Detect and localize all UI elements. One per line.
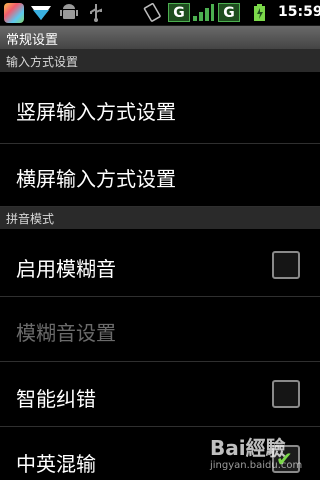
title-bar: 常规设置	[0, 26, 320, 50]
setting-label: 竖屏输入方式设置	[16, 100, 176, 124]
setting-landscape-input[interactable]: 横屏输入方式设置	[0, 144, 320, 207]
section-header-label: 输入方式设置	[6, 55, 79, 69]
network-g-badge: G	[218, 3, 240, 22]
clock: 15:59	[278, 4, 320, 20]
setting-fuzzy-sound[interactable]: 启用模糊音	[0, 229, 320, 297]
rotate-icon	[143, 3, 161, 22]
network-g-badge: G	[168, 3, 190, 22]
page-title: 常规设置	[6, 33, 59, 48]
android-icon	[60, 4, 78, 19]
section-header-pinyin-mode: 拼音模式	[0, 207, 320, 229]
setting-label: 启用模糊音	[16, 257, 116, 281]
watermark-logo: Bai經驗	[210, 436, 286, 460]
watermark-url: jingyan.baidu.com	[210, 460, 303, 471]
setting-fuzzy-sound-config: 模糊音设置	[0, 297, 320, 362]
setting-label: 中英混输	[16, 452, 96, 476]
section-header-label: 拼音模式	[6, 212, 55, 226]
section-header-input-method: 输入方式设置	[0, 50, 320, 72]
setting-label: 智能纠错	[16, 387, 96, 411]
status-bar: G G 15:59	[0, 0, 320, 26]
battery-icon	[254, 4, 265, 21]
baidu-watermark: Bai經驗 jingyan.baidu.com	[210, 430, 320, 480]
tidy-app-icon	[31, 6, 51, 20]
setting-label: 模糊音设置	[16, 321, 116, 345]
fuzzy-sound-checkbox[interactable]	[272, 251, 300, 279]
signal-icon	[193, 4, 214, 21]
smart-correction-checkbox[interactable]	[272, 380, 300, 408]
setting-smart-correction[interactable]: 智能纠错	[0, 362, 320, 427]
setting-portrait-input[interactable]: 竖屏输入方式设置	[0, 72, 320, 144]
usb-icon	[90, 4, 102, 22]
setting-label: 横屏输入方式设置	[16, 167, 176, 191]
app-icon	[4, 3, 24, 23]
